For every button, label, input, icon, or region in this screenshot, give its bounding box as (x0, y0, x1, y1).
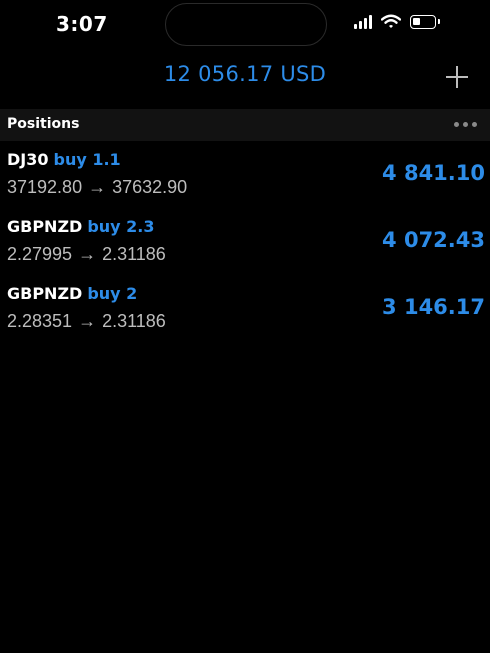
position-row[interactable]: DJ30 buy 1.1 37192.80 → 37632.90 4 841.10 (0, 150, 490, 216)
position-profit: 4 841.10 (382, 161, 485, 185)
position-row[interactable]: GBPNZD buy 2 2.28351 → 2.31186 3 146.17 (0, 284, 490, 350)
dynamic-island (165, 3, 327, 46)
status-time: 3:07 (56, 12, 108, 36)
account-balance[interactable]: 12 056.17 USD (0, 62, 490, 86)
arrow-right-icon: → (78, 311, 97, 331)
position-prices: 2.28351 → 2.31186 (7, 311, 166, 332)
position-title: GBPNZD buy 2 (7, 284, 137, 303)
section-title: Positions (7, 116, 80, 132)
position-prices: 2.27995 → 2.31186 (7, 244, 166, 265)
position-symbol: DJ30 (7, 150, 49, 169)
open-price: 2.27995 (7, 244, 73, 264)
arrow-right-icon: → (88, 177, 107, 197)
open-price: 37192.80 (7, 177, 83, 197)
current-price: 37632.90 (112, 177, 188, 197)
position-profit: 3 146.17 (382, 295, 485, 319)
cellular-signal-icon (354, 14, 372, 29)
position-title: GBPNZD buy 2.3 (7, 217, 155, 236)
position-profit: 4 072.43 (382, 228, 485, 252)
add-order-button[interactable] (444, 64, 470, 90)
position-type: buy 1.1 (53, 150, 121, 169)
more-icon[interactable] (454, 122, 477, 127)
trade-screen: 3:07 12 056.17 USD Positions DJ30 buy 1.1 (0, 0, 490, 653)
position-prices: 37192.80 → 37632.90 (7, 177, 187, 198)
arrow-right-icon: → (78, 244, 97, 264)
position-symbol: GBPNZD (7, 284, 83, 303)
open-price: 2.28351 (7, 311, 73, 331)
position-title: DJ30 buy 1.1 (7, 150, 121, 169)
position-row[interactable]: GBPNZD buy 2.3 2.27995 → 2.31186 4 072.43 (0, 217, 490, 283)
positions-section-header: Positions (0, 109, 490, 141)
current-price: 2.31186 (102, 244, 166, 264)
position-type: buy 2 (87, 284, 138, 303)
current-price: 2.31186 (102, 311, 166, 331)
status-icons (354, 14, 440, 29)
battery-icon (410, 14, 440, 29)
wifi-icon (381, 14, 401, 28)
position-symbol: GBPNZD (7, 217, 83, 236)
position-type: buy 2.3 (87, 217, 155, 236)
